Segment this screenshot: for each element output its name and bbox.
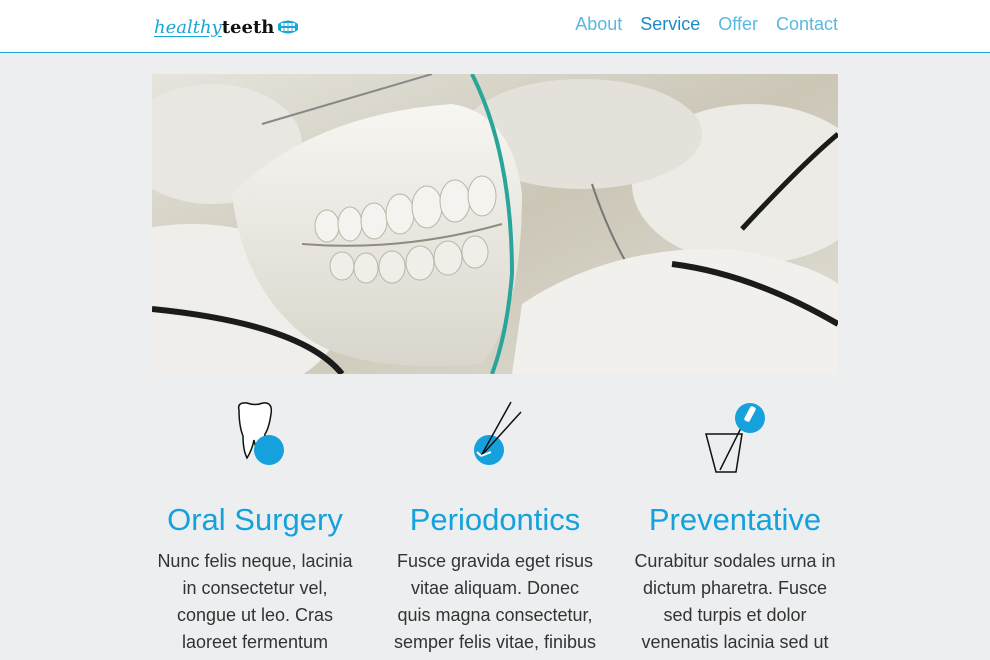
feature-title: Oral Surgery xyxy=(167,502,343,537)
main-nav: About Service Offer Contact xyxy=(575,14,838,35)
feature-title: Preventative xyxy=(648,502,822,537)
features-section: Oral Surgery Nunc felis neque, lacinia i… xyxy=(152,400,838,656)
logo-text-healthy: healthy xyxy=(154,16,222,38)
denture-icon xyxy=(277,19,299,35)
feature-preventative: Preventative Curabitur sodales urna in d… xyxy=(632,400,838,656)
feature-text: Curabitur sodales urna in dictum pharetr… xyxy=(634,551,836,652)
nav-offer[interactable]: Offer xyxy=(718,14,758,35)
feature-oral-surgery: Oral Surgery Nunc felis neque, lacinia i… xyxy=(152,400,358,656)
feature-title: Periodontics xyxy=(409,502,581,537)
logo-text-teeth: teeth xyxy=(221,16,275,38)
nav-about[interactable]: About xyxy=(575,14,622,35)
nav-service[interactable]: Service xyxy=(640,14,700,35)
feature-text: Fusce gravida eget risus vitae aliquam. … xyxy=(393,551,597,652)
feature-text: Nunc felis neque, lacinia in consectetur… xyxy=(157,551,353,652)
logo[interactable]: healthy teeth xyxy=(154,14,299,40)
toothbrush-cup-icon xyxy=(632,400,838,476)
tooth-icon xyxy=(152,400,358,476)
site-header: healthy teeth About Service Offer Contact xyxy=(0,0,990,53)
dental-tweezers-icon xyxy=(392,400,598,476)
hero-image xyxy=(152,74,838,374)
nav-contact[interactable]: Contact xyxy=(776,14,838,35)
feature-periodontics: Periodontics Fusce gravida eget risus vi… xyxy=(392,400,598,656)
